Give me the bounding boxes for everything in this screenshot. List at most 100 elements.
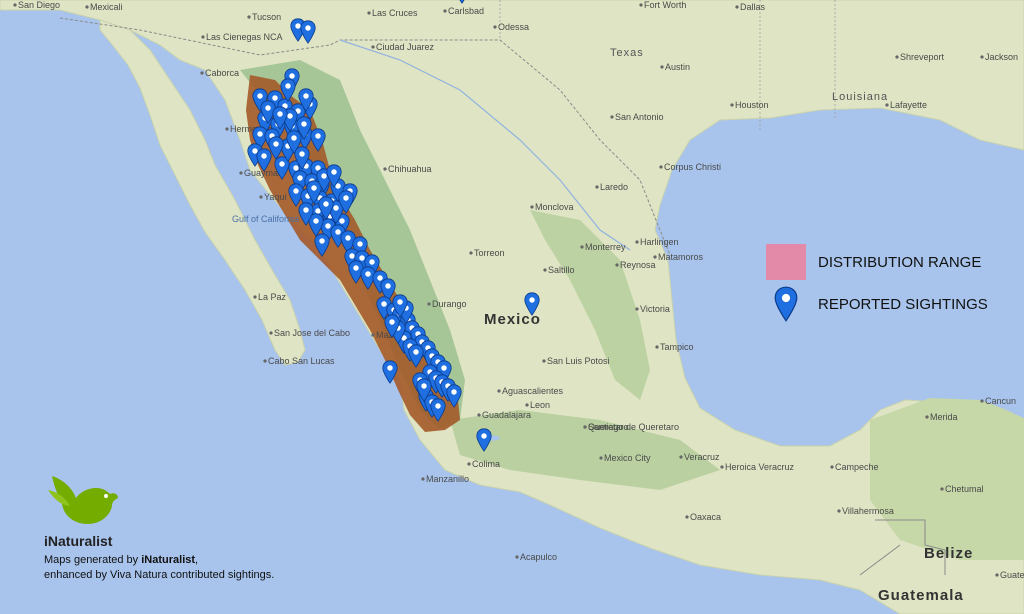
place-label: Leon [525, 400, 550, 410]
place-label: Las Cruces [367, 8, 418, 18]
place-dot [895, 55, 899, 59]
place-name: Chetumal [945, 484, 984, 494]
place-dot [580, 245, 584, 249]
water-label-gulf: Gulf of California [232, 214, 299, 224]
legend-range-label: DISTRIBUTION RANGE [818, 253, 982, 271]
place-name: Chihuahua [388, 164, 432, 174]
place-dot [247, 15, 251, 19]
place-label: San Antonio [610, 112, 664, 122]
place-dot [367, 11, 371, 15]
place-label: Dallas [735, 2, 766, 12]
place-dot [635, 240, 639, 244]
place-label: Harlingen [635, 237, 679, 247]
place-name: Odessa [498, 22, 529, 32]
place-label: Chihuahua [383, 164, 432, 174]
place-label: Heroica Veracruz [720, 462, 795, 472]
place-label: Reynosa [615, 260, 656, 270]
place-dot [653, 255, 657, 259]
place-name: Colima [472, 459, 500, 469]
map-pin-icon [774, 286, 798, 322]
state-label-louisiana: Louisiana [832, 91, 888, 103]
place-name: Acapulco [520, 552, 557, 562]
place-name: Cabo San Lucas [268, 356, 335, 366]
credit-line2: enhanced by Viva Natura contributed sigh… [44, 569, 275, 581]
map-credits: Maps generated by iNaturalist, enhanced … [44, 553, 364, 583]
place-name: Shreveport [900, 52, 945, 62]
place-label: Colima [467, 459, 500, 469]
country-label-belize: Belize [924, 545, 973, 562]
place-name: Heroica Veracruz [725, 462, 795, 472]
place-dot [980, 399, 984, 403]
place-dot [421, 477, 425, 481]
place-dot [85, 5, 89, 9]
place-dot [635, 307, 639, 311]
place-name: San Luis Potosi [547, 356, 610, 366]
place-label: Veracruz [679, 452, 720, 462]
place-dot [679, 455, 683, 459]
place-name: Campeche [835, 462, 879, 472]
place-name: Torreon [474, 248, 505, 258]
place-label: Guatemala City [995, 570, 1024, 580]
place-dot [720, 465, 724, 469]
place-dot [201, 35, 205, 39]
place-dot [583, 425, 587, 429]
place-label: Cabo San Lucas [263, 356, 335, 366]
place-dot [885, 103, 889, 107]
place-label: La Paz [253, 292, 287, 302]
place-dot [659, 165, 663, 169]
place-dot [493, 25, 497, 29]
place-name: Monclova [535, 202, 574, 212]
place-dot [595, 185, 599, 189]
place-name: Veracruz [684, 452, 720, 462]
place-name: Cancun [985, 396, 1016, 406]
place-name: Corpus Christi [664, 162, 721, 172]
place-dot [515, 555, 519, 559]
place-dot [427, 302, 431, 306]
place-dot [660, 65, 664, 69]
place-name: Oaxaca [690, 512, 721, 522]
place-dot [615, 263, 619, 267]
place-dot [497, 389, 501, 393]
place-label: Campeche [830, 462, 879, 472]
place-dot [467, 462, 471, 466]
place-dot [383, 167, 387, 171]
place-name: Guadalajara [482, 410, 531, 420]
place-name: San Jose del Cabo [274, 328, 350, 338]
place-label: Austin [660, 62, 690, 72]
place-name: Santiago de Queretaro [588, 422, 679, 432]
place-name: Monterrey [585, 242, 626, 252]
place-label: Shreveport [895, 52, 945, 62]
place-dot [599, 456, 603, 460]
brand-name: iNaturalist [44, 533, 113, 549]
place-dot [443, 9, 447, 13]
place-label: Odessa [493, 22, 529, 32]
place-dot [371, 333, 375, 337]
place-name: Ciudad Juarez [376, 42, 435, 52]
place-label: Manzanillo [421, 474, 469, 484]
place-name: Victoria [640, 304, 670, 314]
place-name: Tucson [252, 12, 281, 22]
place-label: San Luis Potosi [542, 356, 610, 366]
place-name: Saltillo [548, 265, 575, 275]
place-dot [925, 415, 929, 419]
place-label: Merida [925, 412, 958, 422]
place-label: Houston [730, 100, 769, 110]
place-dot [735, 5, 739, 9]
credit-prefix: Maps generated by [44, 554, 142, 566]
place-label: Tucson [247, 12, 281, 22]
place-label: Mexicali [85, 2, 123, 12]
legend-row-range: DISTRIBUTION RANGE [766, 244, 996, 280]
place-label: Saltillo [543, 265, 575, 275]
place-label: Acapulco [515, 552, 557, 562]
place-label: Cancun [980, 396, 1016, 406]
country-label-guatemala: Guatemala [878, 587, 964, 604]
place-label: Durango [427, 299, 467, 309]
place-dot [980, 55, 984, 59]
range-swatch [766, 244, 806, 280]
sighting-swatch [766, 286, 806, 322]
place-label: Santiago de Queretaro [583, 422, 679, 432]
place-label: Fort Worth [639, 0, 686, 10]
place-name: Reynosa [620, 260, 656, 270]
place-name: Tampico [660, 342, 694, 352]
place-dot [469, 251, 473, 255]
